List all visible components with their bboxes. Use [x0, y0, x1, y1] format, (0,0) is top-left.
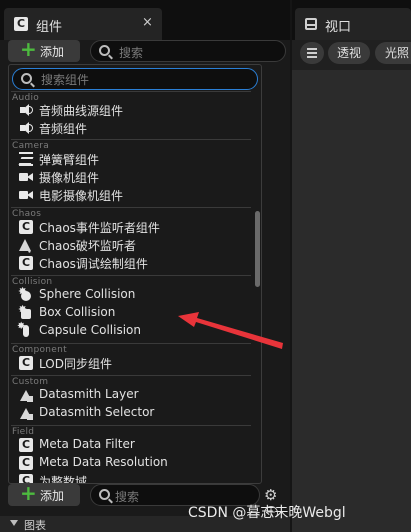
watermark-text: CSDN @暮志未晚Webgl	[188, 505, 346, 521]
menu-line	[307, 48, 317, 50]
component-c-icon: C	[19, 256, 33, 270]
list-item-label: Meta Data Filter	[39, 437, 135, 451]
search-placeholder: 搜索	[119, 46, 144, 60]
graph-section-label: 图表	[24, 519, 46, 532]
search-components-placeholder: 搜索组件	[41, 73, 90, 87]
viewport-panel: 视口 透视 光照	[292, 0, 411, 532]
search-icon	[21, 73, 32, 84]
list-item[interactable]: ✸ Capsule Collision	[17, 321, 253, 340]
list-item[interactable]: Chaos破坏监听者	[17, 236, 253, 254]
component-list: Audio 音频曲线源组件 音频组件 Camera 弹簧臂组件 摄像机组件 电影…	[9, 89, 261, 483]
search-icon	[99, 489, 110, 500]
list-item[interactable]: Datasmith Layer	[17, 386, 253, 404]
list-item-label: 电影摄像机组件	[39, 189, 124, 203]
list-item-label: 摄像机组件	[39, 171, 100, 185]
capsule-collision-icon: ✸	[17, 321, 33, 338]
list-item[interactable]: ✸ Sphere Collision	[17, 285, 253, 304]
list-item[interactable]: C Chaos事件监听者组件	[17, 218, 253, 236]
menu-line	[307, 52, 317, 54]
close-icon[interactable]: ×	[142, 15, 153, 30]
datasmith-icon	[19, 406, 33, 420]
add-button-label: 添加	[40, 489, 65, 503]
viewport-icon	[305, 18, 317, 30]
components-tabbar: C 组件 ×	[0, 0, 290, 40]
list-item-label: 为整数域	[39, 475, 88, 484]
list-item[interactable]: 电影摄像机组件	[17, 186, 253, 204]
list-item-label: Capsule Collision	[39, 323, 141, 337]
components-toolbar: + 添加 搜索	[0, 37, 290, 64]
add-button-label: 添加	[40, 45, 65, 59]
list-item-label: Datasmith Layer	[39, 387, 139, 401]
spring-arm-icon	[19, 152, 33, 166]
viewport-tab-title: 视口	[325, 20, 352, 35]
list-item-label: 音频组件	[39, 122, 88, 136]
list-item[interactable]: C LOD同步组件	[17, 354, 253, 372]
list-item[interactable]: 摄像机组件	[17, 168, 253, 186]
menu-line	[307, 56, 317, 58]
components-search-input[interactable]: 搜索	[90, 40, 286, 62]
viewport-tabbar: 视口	[292, 0, 411, 40]
list-item[interactable]: ✸ Box Collision	[17, 303, 253, 322]
viewport-tab[interactable]: 视口	[295, 8, 411, 40]
box-collision-icon: ✸	[18, 303, 33, 320]
list-item-label: 音频曲线源组件	[39, 104, 124, 118]
break-listener-icon	[19, 238, 35, 253]
search-icon	[99, 45, 110, 56]
list-item-label: Meta Data Resolution	[39, 455, 168, 469]
viewport-canvas[interactable]	[292, 70, 411, 532]
list-item[interactable]: C Meta Data Filter	[17, 436, 253, 454]
list-item[interactable]: C Chaos调试绘制组件	[17, 254, 253, 272]
plus-icon: +	[20, 481, 37, 505]
component-c-icon: C	[14, 17, 28, 31]
search-placeholder: 搜索	[115, 490, 140, 504]
component-c-icon: C	[19, 438, 33, 452]
list-item[interactable]: C Meta Data Resolution	[17, 454, 253, 472]
component-c-icon: C	[19, 220, 33, 234]
list-item[interactable]: Datasmith Selector	[17, 404, 253, 422]
camera-icon	[19, 188, 33, 202]
add-component-button[interactable]: + 添加	[8, 37, 80, 62]
list-item-label: Box Collision	[39, 305, 116, 319]
component-c-icon: C	[19, 356, 33, 370]
component-c-icon: C	[19, 456, 33, 470]
list-item-label: Chaos破坏监听者	[39, 239, 136, 253]
speaker-icon	[19, 103, 33, 117]
search-components-input[interactable]: 搜索组件	[12, 68, 258, 90]
add-variable-button[interactable]: + 添加	[8, 481, 80, 506]
list-item[interactable]: C 为整数域	[17, 472, 253, 484]
components-tab-title: 组件	[36, 20, 63, 35]
add-component-dropdown: 搜索组件 Audio 音频曲线源组件 音频组件 Camera 弹簧臂组件 摄像机…	[8, 64, 262, 484]
list-item-label: Chaos调试绘制组件	[39, 257, 148, 271]
list-item-label: LOD同步组件	[39, 357, 112, 371]
list-item-label: Chaos事件监听者组件	[39, 221, 160, 235]
hamburger-menu-icon[interactable]	[300, 42, 324, 64]
list-item-label: Sphere Collision	[39, 287, 136, 301]
scrollbar-thumb[interactable]	[255, 211, 260, 287]
viewport-toolbar: 透视 光照	[292, 40, 411, 66]
list-item[interactable]: 音频曲线源组件	[17, 101, 253, 119]
sphere-collision-icon: ✸	[18, 285, 33, 302]
list-item[interactable]: 音频组件	[17, 119, 253, 137]
component-c-icon: C	[19, 474, 33, 483]
dropdown-scrollbar[interactable]	[255, 175, 260, 475]
list-item-label: Datasmith Selector	[39, 405, 155, 419]
lighting-button[interactable]: 光照	[375, 42, 411, 64]
speaker-icon	[19, 121, 33, 135]
camera-icon	[19, 170, 33, 184]
datasmith-icon	[19, 388, 33, 402]
components-tab[interactable]: C 组件 ×	[4, 8, 162, 40]
list-item-label: 弹簧臂组件	[39, 153, 100, 167]
perspective-button[interactable]: 透视	[328, 42, 370, 64]
plus-icon: +	[20, 37, 37, 61]
chevron-down-icon	[10, 520, 18, 526]
list-item[interactable]: 弹簧臂组件	[17, 150, 253, 168]
